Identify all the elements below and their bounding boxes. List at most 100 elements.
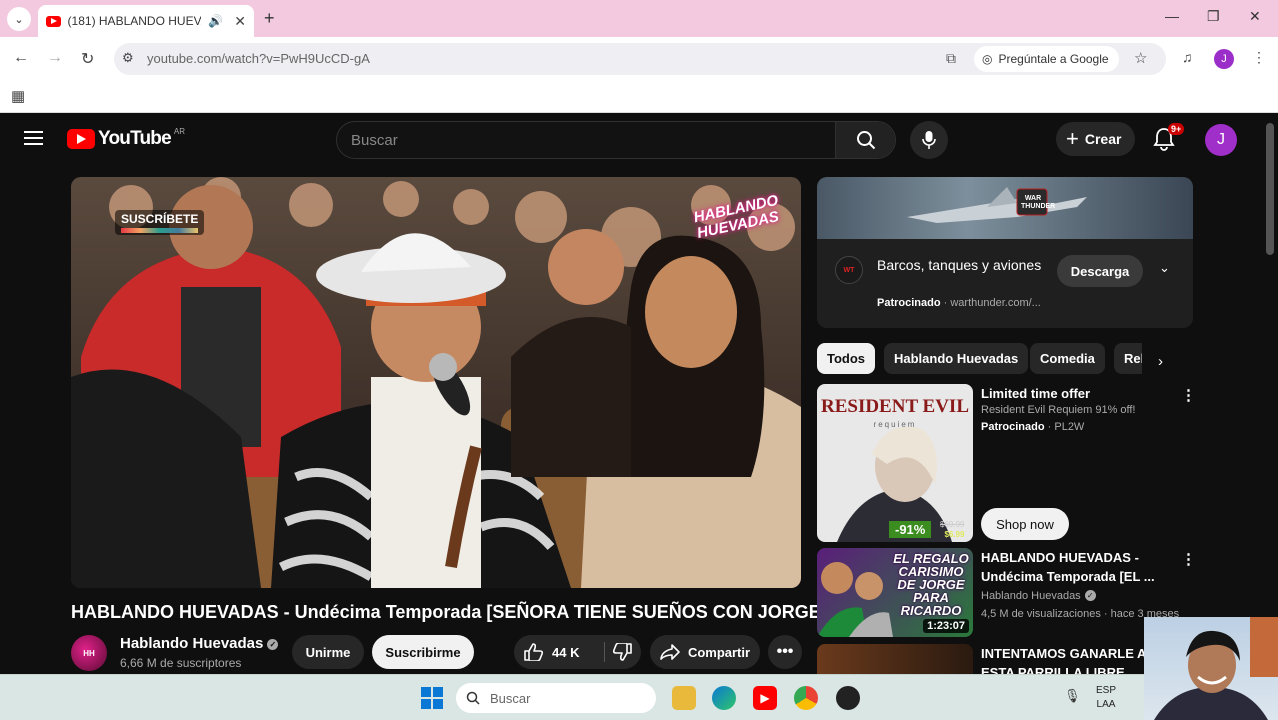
thumbs-down-icon	[612, 642, 632, 661]
ad-banner-logo: WAR THUNDER	[1021, 195, 1056, 210]
video-thumbnail[interactable]: EL REGALO CARISIMO DE JORGE PARA RICARDO…	[817, 548, 973, 637]
search-box	[336, 121, 896, 159]
video-player[interactable]: SUSCRÍBETE HABLANDO HUEVADAS	[71, 177, 801, 588]
ad-sponsored-label: Patrocinado	[877, 297, 941, 309]
forward-arrow-icon[interactable]: →	[47, 49, 63, 67]
apps-grid-icon[interactable]: ▦	[11, 87, 25, 105]
chip-todos[interactable]: Todos	[817, 343, 876, 374]
account-avatar[interactable]: J	[1205, 124, 1237, 156]
new-tab-button[interactable]: +	[264, 8, 275, 29]
create-button[interactable]: + Crear	[1056, 122, 1136, 156]
ad-download-button[interactable]: Descarga	[1057, 255, 1143, 287]
restore-icon[interactable]: ❐	[1207, 8, 1220, 25]
subscribe-overlay: SUSCRÍBETE	[115, 210, 205, 235]
share-arrow-icon	[660, 644, 680, 660]
sponsored-thumbnail[interactable]: RESIDENT EVIL requiem -91% $69.99 $6.99	[817, 384, 973, 542]
address-bar[interactable]: ⚙ youtube.com/watch?v=PwH9UcCD-gA ⧉ ◎ Pr…	[114, 43, 1166, 75]
search-input[interactable]	[337, 122, 837, 158]
browser-toolbar: ← → ↻ ⚙ youtube.com/watch?v=PwH9UcCD-gA …	[0, 37, 1278, 81]
sponsored-recommendation[interactable]: RESIDENT EVIL requiem -91% $69.99 $6.99 …	[817, 384, 1196, 544]
minimize-icon[interactable]: —	[1165, 8, 1179, 24]
webcam-overlay	[1144, 617, 1278, 720]
thumbnail-headline: EL REGALO CARISIMO DE JORGE PARA RICARDO	[893, 551, 969, 618]
rec-channel: Hablando Huevadas ✓	[981, 590, 1096, 602]
close-tab-icon[interactable]: ✕	[234, 13, 246, 30]
channel-name: Hablando Huevadas	[120, 635, 264, 652]
join-button[interactable]: Unirme	[292, 635, 364, 669]
tab-search-button[interactable]: ⌄	[7, 7, 31, 31]
create-label: Crear	[1084, 131, 1122, 147]
youtube-logo[interactable]: YouTube AR	[67, 126, 185, 150]
media-control-icon[interactable]: ♫	[1182, 49, 1193, 65]
chevron-down-icon[interactable]: ⌄	[1159, 260, 1170, 276]
video-recommendation[interactable]: INTENTAMOS GANARLE A ESTA PARRILLA LIBRE	[817, 644, 1193, 674]
microphone-icon[interactable]: 🎙	[1064, 688, 1081, 704]
rec-description: Resident Evil Requiem 91% off!	[981, 404, 1136, 416]
youtube-app-icon[interactable]: ▶	[753, 686, 777, 710]
plus-icon: +	[1066, 126, 1079, 151]
video-frame-image	[71, 177, 801, 588]
taskbar-search[interactable]: Buscar	[456, 683, 656, 713]
youtube-wordmark: YouTube	[98, 128, 172, 149]
shop-now-button[interactable]: Shop now	[981, 508, 1069, 540]
speaker-icon[interactable]: 🔊	[208, 14, 223, 28]
browser-tab-active[interactable]: (181) HABLANDO HUEVADAS 🔊 ✕	[38, 5, 254, 37]
windows-start-icon[interactable]	[421, 687, 443, 709]
ask-google-button[interactable]: ◎ Pregúntale a Google	[974, 46, 1119, 72]
ad-download-label: Descarga	[1070, 263, 1130, 279]
language-indicator[interactable]: ESP LAA	[1096, 684, 1116, 712]
search-icon	[466, 691, 480, 705]
like-button[interactable]: 44 K	[524, 643, 579, 661]
install-app-icon[interactable]: ⧉	[946, 50, 956, 67]
keyboard-layout: LAA	[1096, 699, 1116, 710]
discount-badge: -91%	[889, 521, 932, 538]
menu-icon[interactable]	[24, 131, 43, 149]
new-price: $6.99	[944, 530, 965, 539]
webcam-person-image	[1154, 617, 1278, 720]
more-vertical-icon[interactable]: ⋮	[1181, 550, 1196, 568]
language-code: ESP	[1096, 685, 1117, 696]
edge-browser-icon[interactable]	[712, 686, 736, 710]
advertiser-logo: WT	[835, 256, 863, 284]
like-count: 44 K	[552, 644, 580, 660]
file-explorer-icon[interactable]	[672, 686, 696, 710]
thumbs-up-icon	[524, 643, 544, 661]
verified-check-icon: ✓	[1084, 590, 1096, 601]
chip-comedia[interactable]: Comedia	[1030, 343, 1105, 374]
more-actions-button[interactable]: •••	[768, 635, 802, 669]
country-code: AR	[173, 126, 185, 136]
bookmark-star-icon[interactable]: ☆	[1134, 49, 1147, 67]
page-scrollbar[interactable]	[1266, 123, 1274, 255]
sponsored-ad-card[interactable]: WAR THUNDER WT Barcos, tanques y aviones…	[817, 177, 1193, 328]
video-thumbnail[interactable]	[817, 644, 973, 674]
chevron-right-icon[interactable]: ›	[1158, 353, 1163, 370]
channel-avatar[interactable]: HH	[71, 635, 107, 671]
subscribe-button[interactable]: Suscribirme	[372, 635, 474, 669]
voice-search-button[interactable]	[910, 121, 948, 159]
url-text[interactable]: youtube.com/watch?v=PwH9UcCD-gA	[147, 51, 370, 66]
search-button[interactable]	[835, 122, 895, 158]
dislike-button[interactable]	[612, 642, 632, 666]
subscribe-label: Suscribirme	[385, 644, 461, 660]
channel-name-link[interactable]: Hablando Huevadas ✓	[120, 635, 279, 652]
close-window-icon[interactable]: ✕	[1249, 8, 1261, 25]
reload-icon[interactable]: ↻	[81, 49, 94, 69]
share-button[interactable]: Compartir	[650, 635, 760, 669]
notifications-button[interactable]: 9+	[1153, 123, 1185, 156]
video-title: HABLANDO HUEVADAS - Undécima Temporada […	[71, 602, 827, 622]
ad-domain: warthunder.com/...	[950, 297, 1041, 309]
verified-check-icon: ✓	[267, 639, 279, 650]
chrome-browser-icon[interactable]	[794, 686, 818, 710]
ad-meta: Patrocinado · warthunder.com/...	[877, 297, 1041, 309]
more-menu-icon[interactable]: ⋮	[1252, 49, 1266, 66]
price-box: $69.99 $6.99	[940, 520, 964, 540]
site-info-icon[interactable]: ⚙	[122, 50, 134, 66]
taskbar-search-label: Buscar	[490, 690, 531, 706]
chip-related[interactable]: Rel	[1114, 343, 1142, 374]
back-arrow-icon[interactable]: ←	[13, 49, 29, 67]
profile-avatar[interactable]: J	[1214, 49, 1234, 69]
chip-hablando-huevadas[interactable]: Hablando Huevadas	[884, 343, 1029, 374]
video-recommendation[interactable]: EL REGALO CARISIMO DE JORGE PARA RICARDO…	[817, 548, 1196, 638]
more-vertical-icon[interactable]: ⋮	[1181, 386, 1196, 404]
app-icon[interactable]	[836, 686, 860, 710]
